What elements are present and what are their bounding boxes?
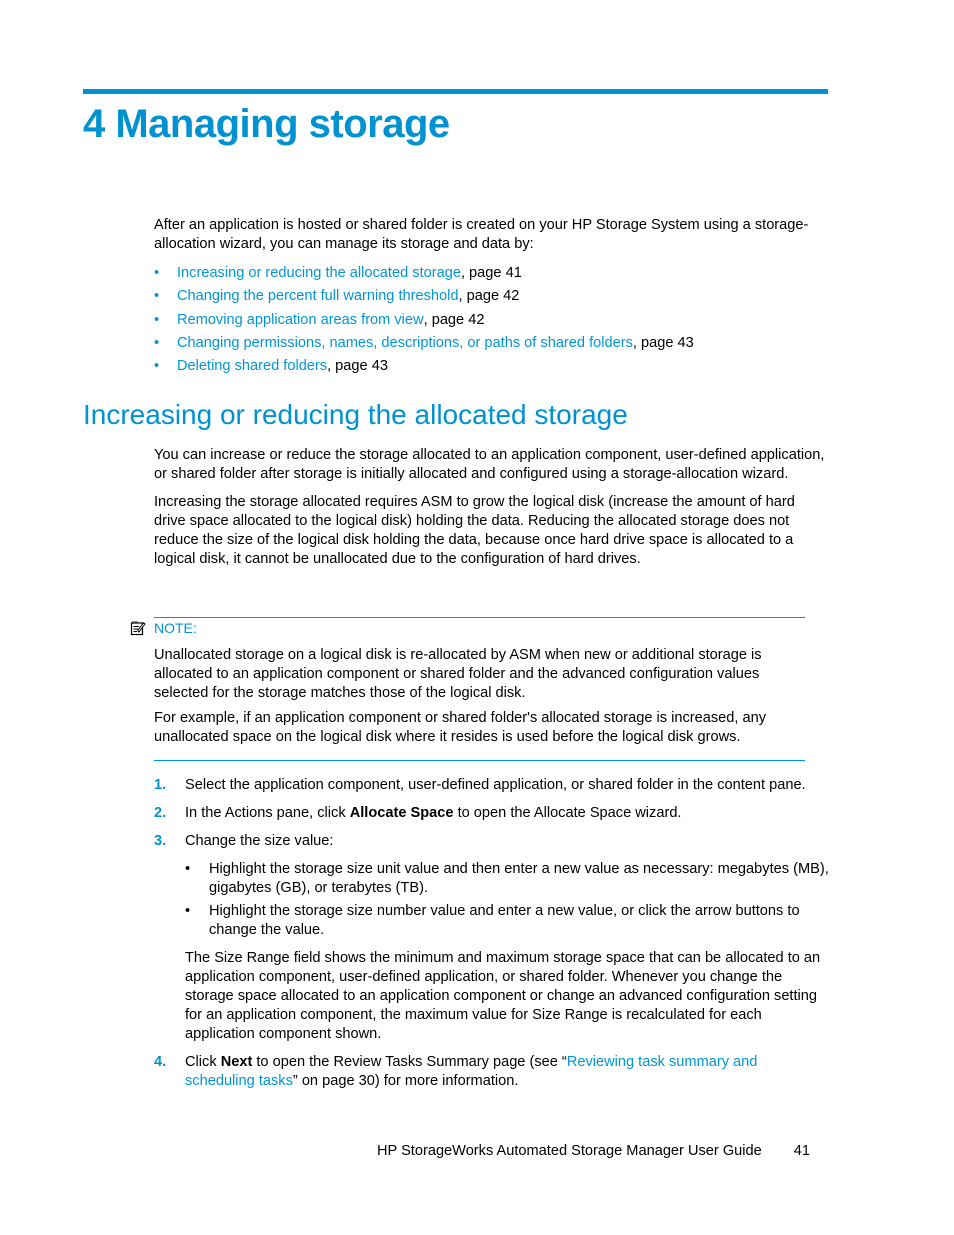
bullet-icon: •	[154, 265, 160, 281]
step-text-pre: In the Actions pane, click	[185, 805, 350, 821]
bullet-icon: •	[185, 861, 191, 877]
list-item: • Deleting shared folders, page 43	[154, 356, 694, 379]
ui-term-next: Next	[220, 1054, 253, 1070]
step-text: Select the application component, user-d…	[185, 777, 806, 793]
step-content: Change the size value: • Highlight the st…	[185, 832, 830, 1044]
step-number: 3.	[154, 833, 167, 849]
list-item: • Highlight the storage size number value…	[185, 902, 830, 940]
note-top-rule	[154, 617, 805, 618]
section-paragraph: You can increase or reduce the storage a…	[154, 447, 825, 482]
note-header: NOTE:	[130, 620, 197, 636]
step-number: 1.	[154, 777, 167, 793]
bullet-icon: •	[185, 903, 191, 919]
note-paragraph: For example, if an application component…	[154, 710, 767, 745]
page-ref: , page 41	[460, 265, 522, 281]
note-bottom-rule	[154, 760, 805, 761]
intro-paragraph: After an application is hosted or shared…	[154, 216, 830, 254]
sub-bullet-list: • Highlight the storage size unit value a…	[185, 860, 830, 940]
procedure-steps: 1. Select the application component, use…	[154, 776, 830, 1100]
note-label: NOTE:	[154, 620, 197, 636]
list-item: • Removing application areas from view, p…	[154, 310, 694, 333]
step-text-post: ” on page 30) for more information.	[292, 1073, 519, 1089]
page-ref: , page 43	[327, 358, 388, 375]
footer-title: HP StorageWorks Automated Storage Manage…	[377, 1143, 762, 1159]
list-item: • Changing permissions, names, descriptio…	[154, 333, 694, 356]
chapter-title: 4 Managing storage	[83, 102, 450, 146]
step-2: 2. In the Actions pane, click Allocate S…	[154, 804, 830, 823]
topic-list: • Increasing or reducing the allocated st…	[154, 263, 694, 379]
step-text: Change the size value:	[185, 833, 334, 849]
step-text-post: to open the Allocate Space wizard.	[453, 805, 682, 821]
section-body: You can increase or reduce the storage a…	[154, 446, 830, 569]
step-text: In the Actions pane, click Allocate Spac…	[185, 804, 682, 823]
size-range-paragraph: The Size Range field shows the minimum a…	[185, 950, 821, 1042]
list-item: • Increasing or reducing the allocated st…	[154, 263, 694, 286]
sub-bullet-text: Highlight the storage size number value …	[209, 903, 800, 938]
step-number: 4.	[154, 1054, 167, 1070]
topic-link[interactable]: Changing the percent full warning thresh…	[177, 286, 459, 309]
note-pad-icon	[130, 621, 146, 636]
intro-text: After an application is hosted or shared…	[154, 217, 809, 252]
bullet-icon: •	[154, 358, 160, 375]
page-ref: , page 42	[458, 288, 520, 305]
step-text: Click Next to open the Review Tasks Summ…	[185, 1053, 830, 1091]
note-body: Unallocated storage on a logical disk is…	[154, 646, 814, 747]
topic-link[interactable]: Increasing or reducing the allocated sto…	[177, 263, 461, 286]
section-title: Increasing or reducing the allocated sto…	[83, 399, 628, 430]
page-ref: , page 43	[632, 334, 694, 351]
step-4: 4. Click Next to open the Review Tasks S…	[154, 1053, 830, 1091]
chapter-rule	[83, 89, 828, 94]
note-paragraph: Unallocated storage on a logical disk is…	[154, 647, 762, 701]
step-3: 3. Change the size value: • Highlight the…	[154, 832, 830, 1044]
topic-link[interactable]: Changing permissions, names, description…	[177, 333, 633, 356]
bullet-icon: •	[154, 311, 160, 328]
topic-link[interactable]: Deleting shared folders	[177, 356, 327, 379]
step-text-mid: to open the Review Tasks Summary page (s…	[252, 1054, 567, 1070]
section-paragraph: Increasing the storage allocated require…	[154, 494, 795, 567]
list-item: • Highlight the storage size unit value a…	[185, 860, 830, 898]
list-item: • Changing the percent full warning thres…	[154, 286, 694, 309]
step-1: 1. Select the application component, use…	[154, 776, 830, 795]
sub-bullet-text: Highlight the storage size unit value an…	[209, 861, 829, 896]
step-number: 2.	[154, 805, 167, 821]
page-number: 41	[793, 1143, 811, 1159]
ui-term-allocate-space: Allocate Space	[349, 805, 454, 821]
page-footer: HP StorageWorks Automated Storage Manage…	[377, 1143, 810, 1159]
bullet-icon: •	[154, 334, 160, 351]
bullet-icon: •	[154, 288, 160, 305]
page-ref: , page 42	[423, 311, 485, 328]
step-text-pre: Click	[185, 1054, 221, 1070]
topic-link[interactable]: Removing application areas from view	[177, 310, 424, 333]
